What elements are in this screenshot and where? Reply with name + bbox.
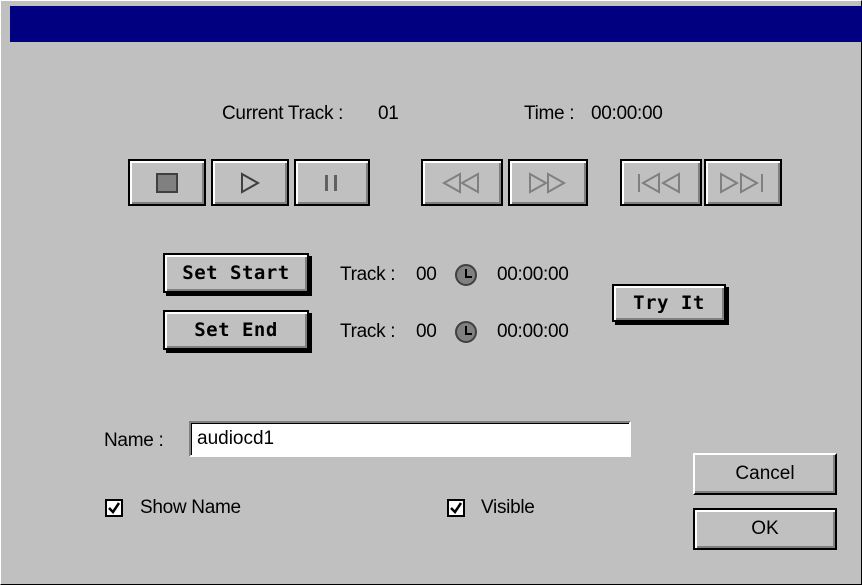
stop-button[interactable] — [128, 159, 206, 206]
play-icon — [241, 171, 261, 194]
dialog-window — [0, 0, 862, 585]
name-input[interactable] — [189, 421, 631, 457]
time-value: 00:00:00 — [591, 103, 663, 124]
fast-forward-icon — [529, 171, 567, 194]
show-name-checkbox[interactable] — [105, 499, 123, 517]
time-label: Time : — [524, 103, 575, 124]
stop-icon — [156, 172, 178, 193]
previous-track-button[interactable] — [620, 159, 702, 206]
checkmark-icon — [108, 502, 121, 514]
set-end-button[interactable]: Set End — [163, 310, 309, 350]
rewind-button[interactable] — [421, 159, 503, 206]
pause-button[interactable] — [294, 159, 370, 206]
current-track-value: 01 — [378, 103, 399, 124]
skip-back-icon — [638, 171, 680, 194]
try-it-button[interactable]: Try It — [612, 284, 726, 322]
rewind-icon — [441, 171, 479, 194]
current-track-label: Current Track : — [222, 103, 344, 124]
visible-label: Visible — [481, 497, 535, 518]
end-clock-icon — [455, 321, 477, 343]
show-name-label: Show Name — [140, 497, 241, 518]
start-time-value: 00:00:00 — [497, 264, 569, 285]
end-track-label: Track : — [340, 321, 396, 342]
skip-forward-icon — [720, 171, 763, 194]
end-track-value: 00 — [416, 321, 437, 342]
start-track-label: Track : — [340, 264, 396, 285]
cancel-button[interactable]: Cancel — [693, 453, 837, 495]
play-button[interactable] — [211, 159, 289, 206]
title-bar[interactable] — [10, 6, 862, 42]
set-start-button[interactable]: Set Start — [163, 253, 309, 293]
next-track-button[interactable] — [704, 159, 782, 206]
ok-button[interactable]: OK — [693, 508, 837, 550]
start-clock-icon — [455, 264, 477, 286]
end-time-value: 00:00:00 — [497, 321, 569, 342]
checkmark-icon — [450, 502, 463, 514]
name-label: Name : — [104, 430, 164, 451]
fast-forward-button[interactable] — [508, 159, 588, 206]
visible-checkbox[interactable] — [447, 499, 465, 517]
pause-icon — [325, 174, 337, 191]
start-track-value: 00 — [416, 264, 437, 285]
